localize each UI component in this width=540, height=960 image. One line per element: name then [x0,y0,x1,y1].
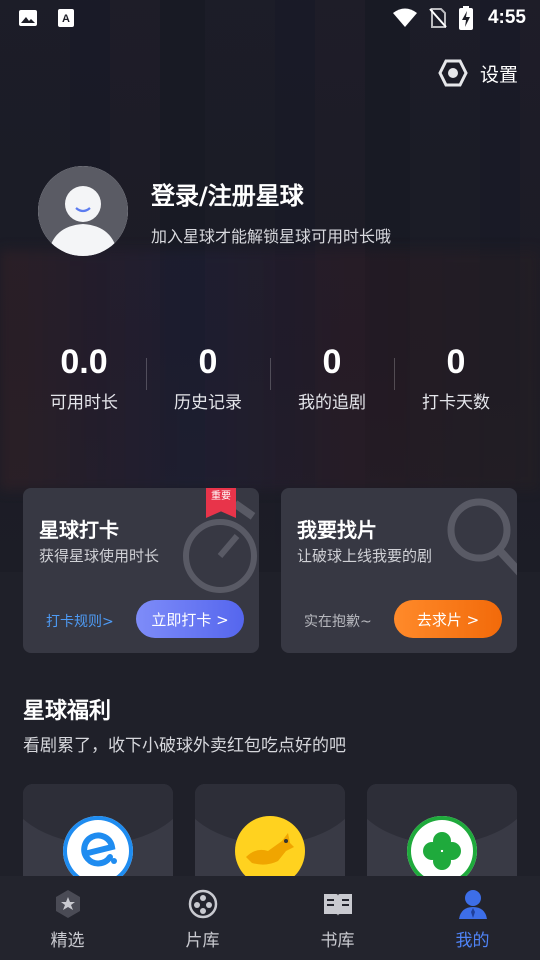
battery-charging-icon [458,6,473,30]
star-icon [55,890,80,918]
stat-value: 0.0 [60,343,108,381]
tab-film-library[interactable]: 片库 [135,876,270,960]
stat-value: 0 [322,343,342,381]
gear-icon [438,59,468,87]
bottom-navigation: 精选 片库 书库 我的 [0,876,540,960]
tab-label: 精选 [50,931,85,951]
request-film-button[interactable]: 去求片 > [394,600,502,638]
image-icon [19,10,37,26]
stat-label: 可用时长 [50,393,118,413]
stat-following[interactable]: 0 我的追剧 [270,340,394,420]
status-bar: A 4:55 [0,0,540,36]
text-a-icon: A [58,9,74,27]
clock: 4:55 [487,7,526,28]
checkin-rules-link[interactable]: 打卡规则> [46,611,114,631]
checkin-subtitle: 获得星球使用时长 [39,547,160,565]
tab-book-library[interactable]: 书库 [270,876,405,960]
stat-available-time[interactable]: 0.0 可用时长 [22,340,146,420]
checkin-title: 星球打卡 [39,518,119,542]
checkin-card[interactable]: 重要 星球打卡 获得星球使用时长 打卡规则> 立即打卡 > [23,488,259,653]
stat-label: 打卡天数 [422,393,490,413]
avatar[interactable] [38,166,128,256]
login-subtitle: 加入星球才能解锁星球可用时长哦 [151,227,392,246]
request-note: 实在抱歉~ [304,614,372,630]
request-subtitle: 让破球上线我要的剧 [297,547,433,565]
magnifier-icon [447,498,517,576]
stat-value: 0 [198,343,218,381]
request-title: 我要找片 [297,518,377,542]
tab-featured[interactable]: 精选 [0,876,135,960]
svg-text:A: A [62,13,70,25]
stat-value: 0 [446,343,466,381]
no-sim-icon [429,8,447,28]
settings-label: 设置 [479,63,518,86]
wifi-icon [392,8,417,27]
login-register-link[interactable]: 登录/注册星球 [151,176,304,211]
settings-button[interactable]: 设置 [438,58,518,88]
stats-row: 0.0 可用时长 0 历史记录 0 我的追剧 0 打卡天数 [22,340,518,420]
welfare-title: 星球福利 [23,699,112,724]
stat-label: 历史记录 [174,393,242,413]
user-icon [458,890,487,919]
stat-history[interactable]: 0 历史记录 [146,340,270,420]
stat-label: 我的追剧 [298,393,366,413]
default-avatar-icon [38,166,128,256]
tab-label: 我的 [455,931,490,951]
tab-mine[interactable]: 我的 [405,876,540,960]
tab-label: 书库 [320,931,355,951]
request-film-card[interactable]: 我要找片 让破球上线我要的剧 实在抱歉~ 去求片 > [281,488,517,653]
stat-checkin-days[interactable]: 0 打卡天数 [394,340,518,420]
welfare-subtitle: 看剧累了，收下小破球外卖红包吃点好的吧 [23,736,346,756]
book-icon [323,894,352,916]
film-reel-icon [188,889,217,919]
checkin-now-button[interactable]: 立即打卡 > [136,600,244,638]
tab-label: 片库 [185,931,220,951]
